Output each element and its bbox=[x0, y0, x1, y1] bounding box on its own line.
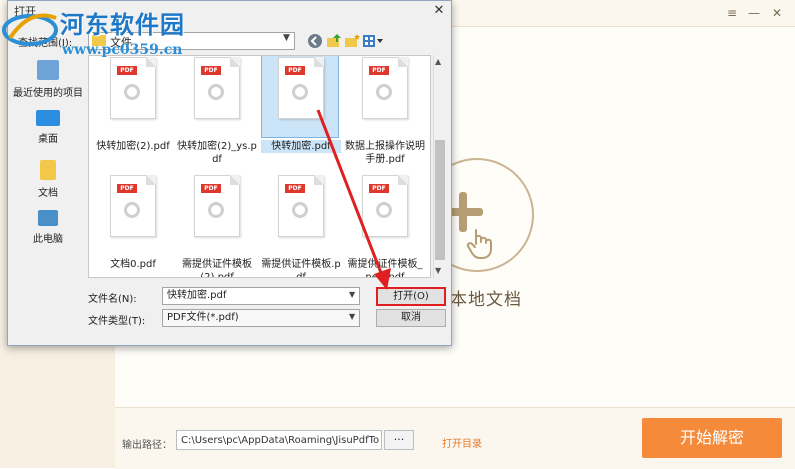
drop-text: 本地文档 bbox=[450, 290, 522, 310]
pdf-file-icon: PDF bbox=[362, 57, 408, 119]
chevron-down-icon[interactable]: ▼ bbox=[283, 33, 290, 43]
open-button[interactable]: 打开(O) bbox=[376, 287, 446, 306]
output-path-label: 输出路径： bbox=[122, 440, 172, 451]
scrollbar-thumb[interactable] bbox=[435, 140, 445, 260]
file-item[interactable]: PDF 文档0.pdf bbox=[93, 168, 173, 271]
filename-label: 文件名(N): bbox=[88, 294, 137, 305]
filetype-label: 文件类型(T): bbox=[88, 316, 146, 327]
file-name: 快转加密.pdf bbox=[261, 140, 341, 153]
place-label: 此电脑 bbox=[33, 234, 63, 245]
view-menu-icon[interactable] bbox=[362, 33, 384, 49]
hand-pointer-icon bbox=[466, 229, 492, 259]
pdf-file-icon: PDF bbox=[362, 175, 408, 237]
file-item[interactable]: PDF 快转加密(2).pdf bbox=[93, 56, 173, 153]
file-name: 快转加密(2)_ys.pdf bbox=[177, 141, 257, 165]
file-name: 数据上报操作说明手册.pdf bbox=[345, 141, 425, 165]
place-label: 文档 bbox=[38, 188, 58, 199]
minimize-icon[interactable]: — bbox=[747, 6, 761, 20]
pdf-file-icon: PDF bbox=[194, 57, 240, 119]
pdf-file-icon: PDF bbox=[110, 57, 156, 119]
desktop-icon bbox=[36, 110, 60, 126]
places-bar: 最近使用的项目 桌面 文档 此电脑 bbox=[10, 54, 86, 286]
file-name: 需提供证件模板.pdf bbox=[261, 259, 341, 278]
dialog-close-icon[interactable]: ✕ bbox=[432, 4, 446, 18]
place-desktop[interactable]: 桌面 bbox=[10, 110, 86, 145]
filetype-select[interactable]: PDF文件(*.pdf) bbox=[162, 309, 360, 327]
place-label: 最近使用的项目 bbox=[13, 88, 83, 99]
file-item[interactable]: PDF 快转加密(2)_ys.pdf bbox=[177, 56, 257, 166]
place-label: 桌面 bbox=[38, 134, 58, 145]
pdf-file-icon: PDF bbox=[278, 175, 324, 237]
chevron-down-icon[interactable]: ▼ bbox=[349, 290, 355, 299]
watermark-url: www.pc0359.cn bbox=[62, 42, 183, 58]
documents-icon bbox=[40, 160, 56, 180]
menu-icon[interactable]: ≡ bbox=[725, 6, 739, 20]
file-item[interactable]: PDF 需提供证件模板.pdf bbox=[261, 168, 341, 278]
new-folder-icon[interactable] bbox=[344, 33, 360, 49]
watermark-site-name: 河东软件园 bbox=[60, 10, 185, 39]
output-path-field[interactable]: C:\Users\pc\AppData\Roaming\JisuPdfTo bbox=[176, 430, 382, 450]
file-item[interactable]: PDF 数据上报操作说明手册.pdf bbox=[345, 56, 425, 166]
file-name: 需提供证件模板_new.pdf bbox=[347, 259, 423, 278]
filename-input[interactable]: 快转加密.pdf bbox=[162, 287, 360, 305]
recent-icon bbox=[37, 60, 59, 80]
file-list: PDF 快转加密(2).pdf PDF 快转加密(2)_ys.pdf PDF 快… bbox=[88, 55, 431, 278]
pdf-file-icon: PDF bbox=[110, 175, 156, 237]
cancel-button[interactable]: 取消 bbox=[376, 309, 446, 327]
file-name: 需提供证件模板(2).pdf bbox=[182, 259, 252, 278]
place-computer[interactable]: 此电脑 bbox=[10, 210, 86, 245]
back-icon[interactable] bbox=[307, 33, 323, 49]
up-folder-icon[interactable] bbox=[326, 33, 342, 49]
place-recent[interactable]: 最近使用的项目 bbox=[10, 60, 86, 99]
start-decrypt-button[interactable]: 开始解密 bbox=[642, 418, 782, 458]
pdf-file-icon: PDF bbox=[194, 175, 240, 237]
place-documents[interactable]: 文档 bbox=[10, 160, 86, 199]
computer-icon bbox=[38, 210, 58, 226]
file-name: 文档0.pdf bbox=[110, 259, 156, 270]
pdf-file-icon: PDF bbox=[278, 57, 324, 119]
watermark-logo-icon bbox=[2, 13, 58, 46]
file-item[interactable]: PDF 需提供证件模板(2).pdf bbox=[177, 168, 257, 278]
browse-button[interactable]: ··· bbox=[384, 430, 414, 450]
scroll-up-icon[interactable]: ▲ bbox=[435, 57, 441, 66]
close-icon[interactable]: ✕ bbox=[770, 6, 784, 20]
file-name: 快转加密(2).pdf bbox=[96, 141, 170, 152]
scroll-down-icon[interactable]: ▼ bbox=[435, 266, 441, 275]
file-item-selected[interactable]: PDF 快转加密.pdf bbox=[261, 56, 341, 153]
file-item[interactable]: PDF 需提供证件模板_new.pdf bbox=[345, 168, 425, 278]
open-directory-link[interactable]: 打开目录 bbox=[442, 435, 482, 450]
chevron-down-icon[interactable]: ▼ bbox=[349, 312, 355, 321]
